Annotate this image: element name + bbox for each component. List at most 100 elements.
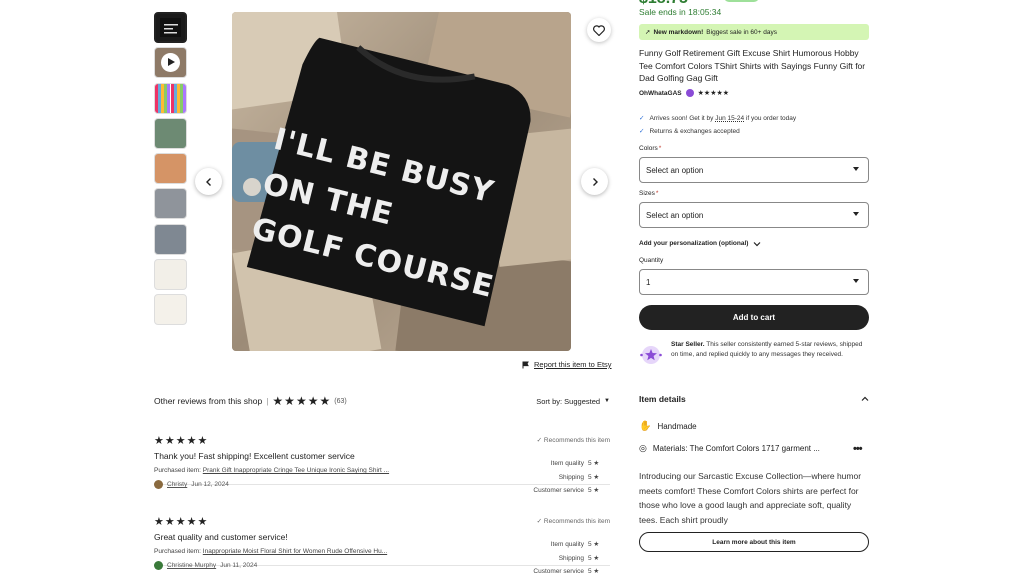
caret-down-icon	[853, 212, 859, 216]
sale-badge	[724, 0, 759, 2]
purchased-item-link[interactable]: Inappropriate Moist Floral Shirt for Wom…	[203, 548, 387, 555]
quantity-label: Quantity	[639, 257, 664, 264]
chevron-left-icon	[205, 177, 211, 186]
listing-title: Funny Golf Retirement Gift Excuse Shirt …	[639, 48, 866, 83]
thumbnail-7[interactable]	[154, 223, 187, 255]
purchased-item: Purchased item: Prank Gift Inappropriate…	[154, 467, 389, 474]
seller-rating-stars: ★ ★ ★ ★ ★	[697, 90, 730, 97]
thumbnail-shirt-icon	[160, 18, 181, 37]
heart-icon	[593, 24, 605, 36]
item-quality-label: Item quality	[550, 460, 584, 467]
chevron-up-icon	[861, 396, 869, 401]
recommends-text: Recommends this item	[543, 518, 610, 525]
sizes-select-value: Select an option	[646, 210, 704, 220]
item-description: Introducing our Sarcastic Excuse Collect…	[639, 471, 862, 525]
review-card: ★★★★★ Thank you! Fast shipping! Excellen…	[154, 404, 610, 494]
item-quality-value: 5	[588, 541, 592, 548]
learn-more-button[interactable]: Learn more about this item	[639, 532, 869, 552]
thumbnail-video[interactable]	[154, 47, 187, 79]
personalization-toggle[interactable]: Add your personalization (optional)	[639, 240, 761, 247]
thumbnail-strip	[154, 12, 187, 330]
next-image-button[interactable]	[581, 168, 608, 195]
review-card: ★★★★★ Great quality and customer service…	[154, 485, 610, 575]
quantity-select-value: 1	[646, 277, 651, 287]
play-icon	[161, 53, 180, 73]
returns-text: Returns & exchanges accepted	[649, 128, 740, 135]
report-item-link[interactable]: Report this item to Etsy	[522, 360, 612, 369]
check-icon: ✓	[639, 128, 645, 135]
chevron-right-icon	[592, 177, 598, 186]
add-to-cart-button[interactable]: Add to cart	[639, 305, 869, 330]
markdown-banner: ➚ New markdown! Biggest sale in 60+ days	[639, 24, 869, 40]
service-value: 5	[588, 568, 592, 575]
materials-row: ◎ Materials: The Comfort Colors 1717 gar…	[639, 443, 820, 454]
item-quality-value: 5	[588, 460, 592, 467]
chevron-down-icon	[753, 241, 761, 246]
star-seller-text: Star Seller. This seller consistently ea…	[671, 340, 869, 367]
reviews-section: Other reviews from this shop | ★ ★ ★ ★ ★ (63…	[154, 390, 610, 575]
seller-info: OhWhataGAS ★ ★ ★ ★ ★	[639, 89, 729, 97]
sale-countdown: Sale ends in 18:05:34	[639, 7, 722, 17]
star-seller-title: Star Seller.	[671, 341, 705, 348]
handmade-icon: ✋	[639, 421, 652, 432]
purchased-label: Purchased item:	[154, 548, 203, 555]
arrival-dates[interactable]: Jun 15-24	[715, 115, 744, 122]
service-label: Customer service	[533, 568, 584, 575]
personalization-text: Add your personalization (optional)	[639, 240, 749, 247]
avatar	[154, 561, 163, 570]
item-details-toggle[interactable]: Item details	[639, 394, 869, 404]
purchased-item-link[interactable]: Prank Gift Inappropriate Cringe Tee Uniq…	[203, 467, 389, 474]
shipping-label: Shipping	[558, 473, 584, 481]
thumbnail-4[interactable]	[154, 117, 187, 149]
materials-text: Materials: The Comfort Colors 1717 garme…	[652, 444, 820, 453]
arrival-suffix: if you order today	[744, 115, 797, 122]
review-text: Great quality and customer service!	[154, 532, 288, 542]
arrival-prefix: Arrives soon! Get it by	[649, 115, 716, 122]
handmade-row: ✋ Handmade	[639, 421, 697, 432]
tag-icon: ➚	[645, 29, 651, 36]
item-details-heading: Item details	[639, 394, 686, 404]
star-seller-icon	[640, 346, 662, 364]
seller-name-link[interactable]: OhWhataGAS	[639, 90, 682, 97]
colors-select[interactable]: Select an option	[639, 157, 869, 183]
shipping-value: 5	[588, 554, 592, 562]
favorite-button[interactable]	[587, 18, 611, 42]
recommends-badge: ✓ Recommends this item	[536, 518, 610, 525]
sizes-label-text: Sizes	[639, 190, 655, 197]
thumbnail-8[interactable]	[154, 259, 187, 291]
review-sub-ratings: Item quality 5 ★ Shipping 5 ★ Customer ser…	[533, 541, 600, 575]
reviewer-name-link[interactable]: Christine Murphy	[167, 562, 216, 569]
recommends-text: Recommends this item	[543, 437, 610, 444]
report-item-text: Report this item to Etsy	[534, 360, 612, 369]
thumbnail-6[interactable]	[154, 188, 187, 220]
flag-icon	[522, 361, 529, 368]
review-stars: ★★★★★	[154, 516, 209, 528]
caret-down-icon	[853, 167, 859, 171]
shipping-perks: ✓ Arrives soon! Get it by Jun 15-24 if yo…	[639, 112, 796, 138]
handmade-text: Handmade	[657, 422, 697, 431]
markdown-text: Biggest sale in 60+ days	[706, 28, 777, 36]
main-product-image[interactable]: I'LL BE BUSY ON THE GOLF COURSE	[232, 12, 571, 351]
sizes-label: Sizes*	[639, 190, 659, 197]
shipping-value: 5	[588, 473, 592, 481]
thumbnail-1[interactable]	[154, 12, 187, 43]
reviewer: Christine Murphy Jun 11, 2024	[154, 561, 257, 570]
thumbnail-5[interactable]	[154, 153, 187, 185]
purchased-label: Purchased item:	[154, 467, 203, 474]
more-options-icon[interactable]: •••	[853, 443, 863, 455]
thumbnail-color-chart[interactable]	[154, 82, 187, 114]
shipping-label: Shipping	[558, 554, 584, 562]
quantity-select[interactable]: 1	[639, 269, 869, 295]
star-seller-info: Star Seller. This seller consistently ea…	[639, 340, 869, 367]
purchased-item: Purchased item: Inappropriate Moist Flor…	[154, 548, 387, 555]
thumbnail-9[interactable]	[154, 294, 187, 326]
check-icon: ✓	[639, 115, 645, 122]
sizes-select[interactable]: Select an option	[639, 202, 869, 228]
colors-label: Colors*	[639, 145, 662, 152]
materials-icon: ◎	[639, 443, 647, 453]
arrival-row: ✓ Arrives soon! Get it by Jun 15-24 if yo…	[639, 112, 796, 125]
colors-select-value: Select an option	[646, 165, 704, 175]
previous-image-button[interactable]	[195, 168, 222, 195]
recommends-badge: ✓ Recommends this item	[536, 437, 610, 444]
review-stars: ★★★★★	[154, 435, 209, 447]
